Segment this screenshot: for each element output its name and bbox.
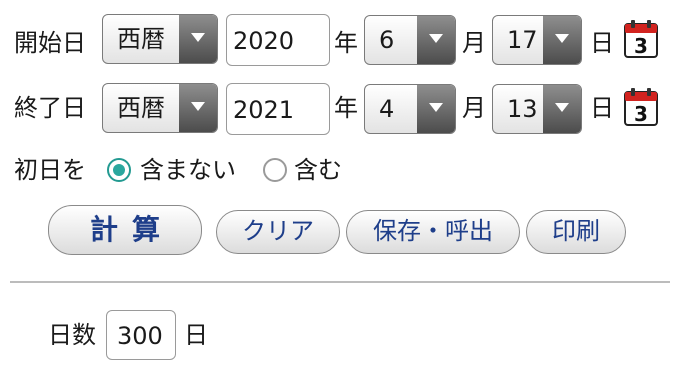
- save-load-button[interactable]: 保存・呼出: [346, 210, 520, 254]
- start-day-unit: 日: [590, 29, 614, 57]
- end-day-value: 13: [507, 95, 538, 123]
- radio-exclude-label[interactable]: 含まない: [140, 158, 236, 182]
- end-month-select[interactable]: 4: [364, 84, 456, 134]
- end-era-select[interactable]: 西暦: [102, 83, 218, 133]
- end-month-unit: 月: [462, 94, 486, 122]
- days-result-field: 300: [106, 310, 176, 360]
- start-date-label: 開始日: [14, 29, 86, 57]
- start-month-select[interactable]: 6: [364, 15, 456, 65]
- start-day-select[interactable]: 17: [492, 15, 582, 65]
- calendar-icon[interactable]: 3: [624, 88, 658, 126]
- start-year-input[interactable]: 2020: [226, 14, 330, 66]
- end-day-unit: 日: [590, 94, 614, 122]
- start-month-value: 6: [379, 26, 395, 54]
- chevron-down-icon: [179, 15, 217, 63]
- end-month-value: 4: [379, 95, 395, 123]
- divider: [10, 281, 670, 283]
- start-era-select[interactable]: 西暦: [102, 14, 218, 64]
- chevron-down-icon: [417, 85, 455, 133]
- start-year-unit: 年: [334, 29, 358, 57]
- end-year-value: 2021: [233, 96, 295, 124]
- calendar-icon[interactable]: 3: [624, 20, 658, 58]
- start-month-unit: 月: [462, 29, 486, 57]
- days-result-value: 300: [117, 322, 163, 350]
- start-era-value: 西暦: [117, 25, 165, 53]
- days-result-unit: 日: [184, 321, 208, 349]
- start-day-value: 17: [507, 26, 538, 54]
- first-day-label: 初日を: [14, 156, 86, 184]
- end-era-value: 西暦: [117, 94, 165, 122]
- calendar-icon-number: 3: [634, 102, 648, 126]
- end-year-input[interactable]: 2021: [226, 83, 330, 135]
- radio-include-first-day[interactable]: [263, 158, 287, 182]
- end-day-select[interactable]: 13: [492, 84, 582, 134]
- clear-button[interactable]: クリア: [216, 210, 340, 254]
- calendar-icon-number: 3: [634, 34, 648, 58]
- end-year-unit: 年: [334, 94, 358, 122]
- print-button[interactable]: 印刷: [526, 210, 626, 254]
- chevron-down-icon: [543, 85, 581, 133]
- chevron-down-icon: [543, 16, 581, 64]
- calculate-button[interactable]: 計算: [48, 205, 202, 255]
- radio-include-label[interactable]: 含む: [294, 158, 342, 182]
- end-date-label: 終了日: [14, 94, 86, 122]
- chevron-down-icon: [179, 84, 217, 132]
- start-year-value: 2020: [233, 27, 295, 55]
- radio-exclude-first-day[interactable]: [107, 158, 131, 182]
- days-result-label: 日数: [48, 321, 96, 349]
- chevron-down-icon: [417, 16, 455, 64]
